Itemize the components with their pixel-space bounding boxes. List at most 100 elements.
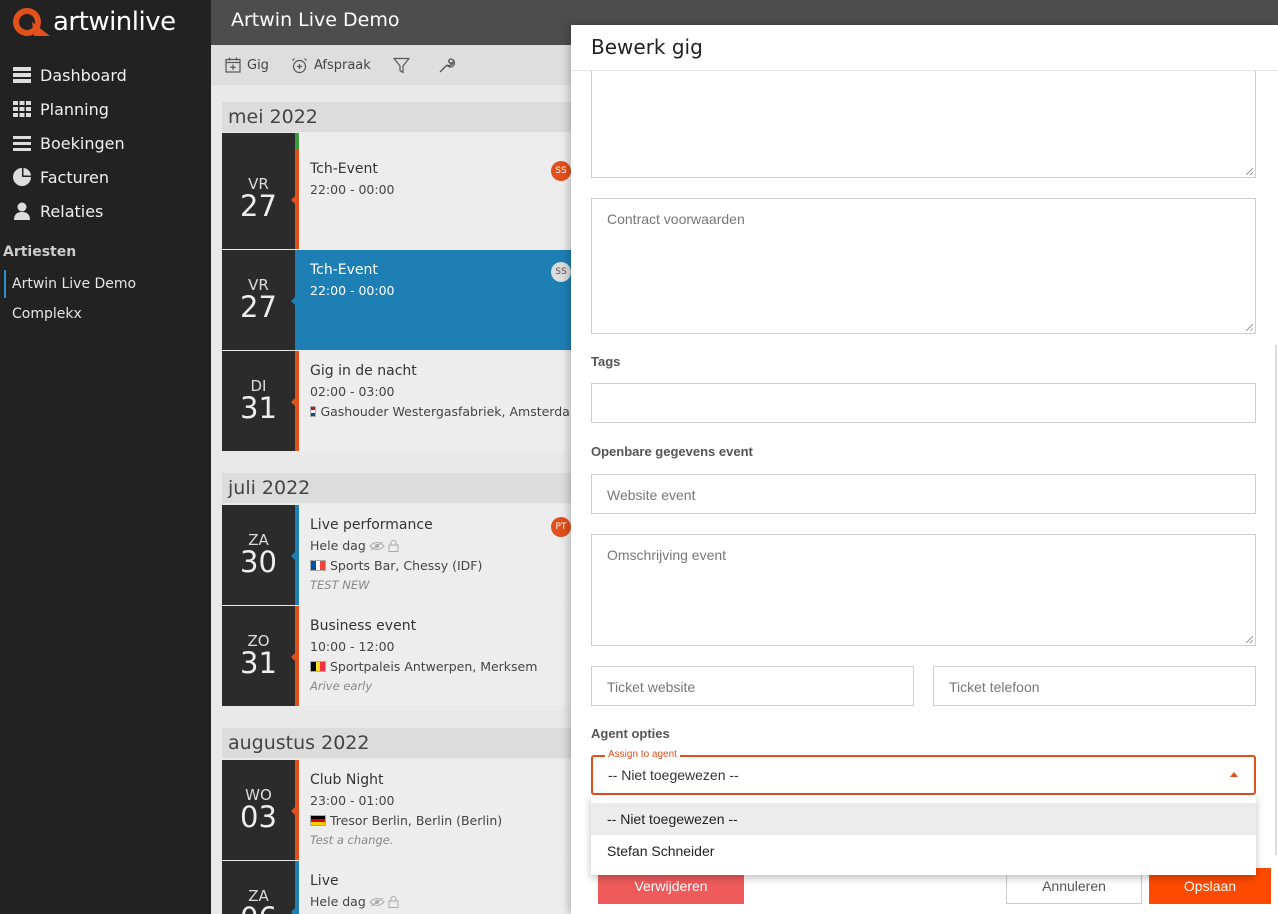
event-date-block: VR 27 [222, 149, 295, 249]
nav-item-dashboard[interactable]: Dashboard [0, 58, 211, 92]
website-event-input[interactable]: Website event [591, 474, 1256, 514]
ticket-website-input[interactable]: Ticket website [591, 666, 914, 706]
tags-input[interactable] [591, 383, 1256, 423]
tags-label: Tags [591, 354, 621, 369]
artists-section-title: Artiesten [3, 244, 77, 260]
logo-text: artwinlive [53, 7, 176, 37]
nav-label: Planning [40, 99, 109, 119]
nav-item-relaties[interactable]: Relaties [0, 194, 211, 228]
add-gig-button[interactable]: Gig [225, 57, 269, 73]
nav-label: Boekingen [40, 133, 125, 153]
event-date-block: DI 31 [222, 351, 295, 451]
event-date-block: ZO 31 [222, 606, 295, 706]
lock-icon [388, 539, 399, 552]
artist-item-active[interactable]: Artwin Live Demo [4, 270, 204, 298]
artist-item[interactable]: Complekx [4, 300, 204, 328]
nav-label: Relaties [40, 201, 104, 221]
nav-item-facturen[interactable]: Facturen [0, 160, 211, 194]
event-time: 10:00 - 12:00 [310, 639, 395, 654]
assign-agent-legend: Assign to agent [605, 749, 680, 760]
nav-label: Facturen [40, 167, 109, 187]
event-item-selected[interactable]: VR 27 Tch-Event 22:00 - 00:00 SS [222, 250, 582, 350]
event-day: 30 [240, 545, 277, 579]
logo-icon [12, 6, 50, 38]
event-title: Live performance [310, 517, 433, 533]
assign-agent-select[interactable]: Assign to agent -- Niet toegewezen -- [591, 749, 1256, 795]
agent-avatar-badge: PT [551, 517, 571, 537]
event-item[interactable]: ZA 30 Live performance Hele dag Sports B… [222, 505, 582, 605]
event-day: 27 [240, 290, 277, 324]
event-time-row: Hele dag [310, 538, 582, 553]
event-description-textarea[interactable]: Omschrijving event [591, 534, 1256, 646]
dropdown-option-agent[interactable]: Stefan Schneider [591, 835, 1256, 867]
event-date-block: WO 03 [222, 760, 295, 860]
nav-item-boekingen[interactable]: Boekingen [0, 126, 211, 160]
nav-label: Dashboard [40, 65, 127, 85]
event-title: Gig in de nacht [310, 363, 417, 379]
event-note: Test a change. [310, 833, 394, 847]
assign-agent-value: -- Niet toegewezen -- [608, 767, 739, 783]
ticket-phone-input[interactable]: Ticket telefoon [933, 666, 1256, 706]
event-venue-row: Sportpaleis Antwerpen, Merksem [310, 659, 582, 674]
event-venue: Sports Bar, Chessy (IDF) [330, 558, 483, 573]
event-time: Hele dag [310, 894, 366, 909]
add-gig-label: Gig [247, 57, 269, 73]
event-time: 22:00 - 00:00 [310, 283, 395, 298]
event-item[interactable]: ZO 31 Business event 10:00 - 12:00 Sport… [222, 606, 582, 706]
event-notch [291, 195, 296, 205]
add-appointment-button[interactable]: Afspraak [291, 57, 371, 74]
dropdown-option-unassigned[interactable]: -- Niet toegewezen -- [591, 803, 1256, 835]
modal-header: Bewerk gig [571, 25, 1278, 71]
caret-up-icon [1230, 772, 1238, 777]
event-date-block: VR 27 [222, 250, 295, 350]
event-date-block [222, 133, 295, 149]
event-title: Tch-Event [310, 262, 378, 278]
filter-icon [393, 57, 410, 73]
event-item[interactable]: ZA 06 Live Hele dag [222, 861, 582, 914]
month-header: mei 2022 [222, 102, 582, 132]
event-title: Live [310, 873, 339, 889]
add-appointment-label: Afspraak [313, 57, 371, 73]
event-note: Arive early [310, 679, 373, 693]
event-day: 31 [240, 391, 277, 425]
app-logo[interactable]: artwinlive [12, 6, 176, 38]
month-header: augustus 2022 [222, 728, 582, 758]
event-date-block: ZA 06 [222, 861, 295, 914]
event-time: Hele dag [310, 538, 366, 553]
event-note: TEST NEW [310, 578, 370, 592]
public-info-label: Openbare gegevens event [591, 444, 753, 459]
hidden-eye-icon [369, 541, 385, 550]
event-time: 02:00 - 03:00 [310, 384, 395, 399]
settings-button[interactable] [438, 57, 461, 74]
event-item[interactable]: DI 31 Gig in de nacht 02:00 - 03:00 Gash… [222, 351, 582, 451]
hidden-eye-icon [369, 897, 385, 906]
event-venue-row: Sports Bar, Chessy (IDF) [310, 558, 582, 573]
lock-icon [388, 895, 399, 908]
contract-terms-textarea[interactable]: Contract voorwaarden [591, 198, 1256, 334]
calendar-plus-icon [225, 57, 241, 73]
event-item[interactable]: VR 27 Tch-Event 22:00 - 00:00 SS [222, 149, 582, 249]
grid-icon [12, 100, 32, 118]
main-nav: Dashboard Planning Boekingen Facturen Re… [0, 58, 211, 228]
modal-scrollbar[interactable] [1275, 345, 1277, 855]
user-icon [12, 202, 32, 220]
event-notch [291, 551, 296, 561]
event-date-block: ZA 30 [222, 505, 295, 605]
event-item[interactable]: WO 03 Club Night 23:00 - 01:00 Tresor Be… [222, 760, 582, 860]
event-notch [291, 907, 296, 914]
notes-textarea[interactable] [591, 71, 1256, 178]
alarm-clock-icon [292, 57, 307, 73]
list-icon [12, 134, 32, 152]
month-header: juli 2022 [222, 473, 582, 503]
filter-button[interactable] [393, 57, 416, 74]
nav-item-planning[interactable]: Planning [0, 92, 211, 126]
event-notch [291, 397, 296, 407]
flag-nl-icon [310, 406, 317, 417]
event-item-partial[interactable] [222, 133, 582, 149]
event-venue: Gashouder Westergasfabriek, Amsterdam [320, 404, 582, 419]
flag-fr-icon [310, 560, 326, 571]
event-day: 06 [222, 901, 295, 914]
wrench-icon [439, 57, 455, 72]
event-day: 31 [240, 646, 277, 680]
event-time: 22:00 - 00:00 [310, 182, 395, 197]
